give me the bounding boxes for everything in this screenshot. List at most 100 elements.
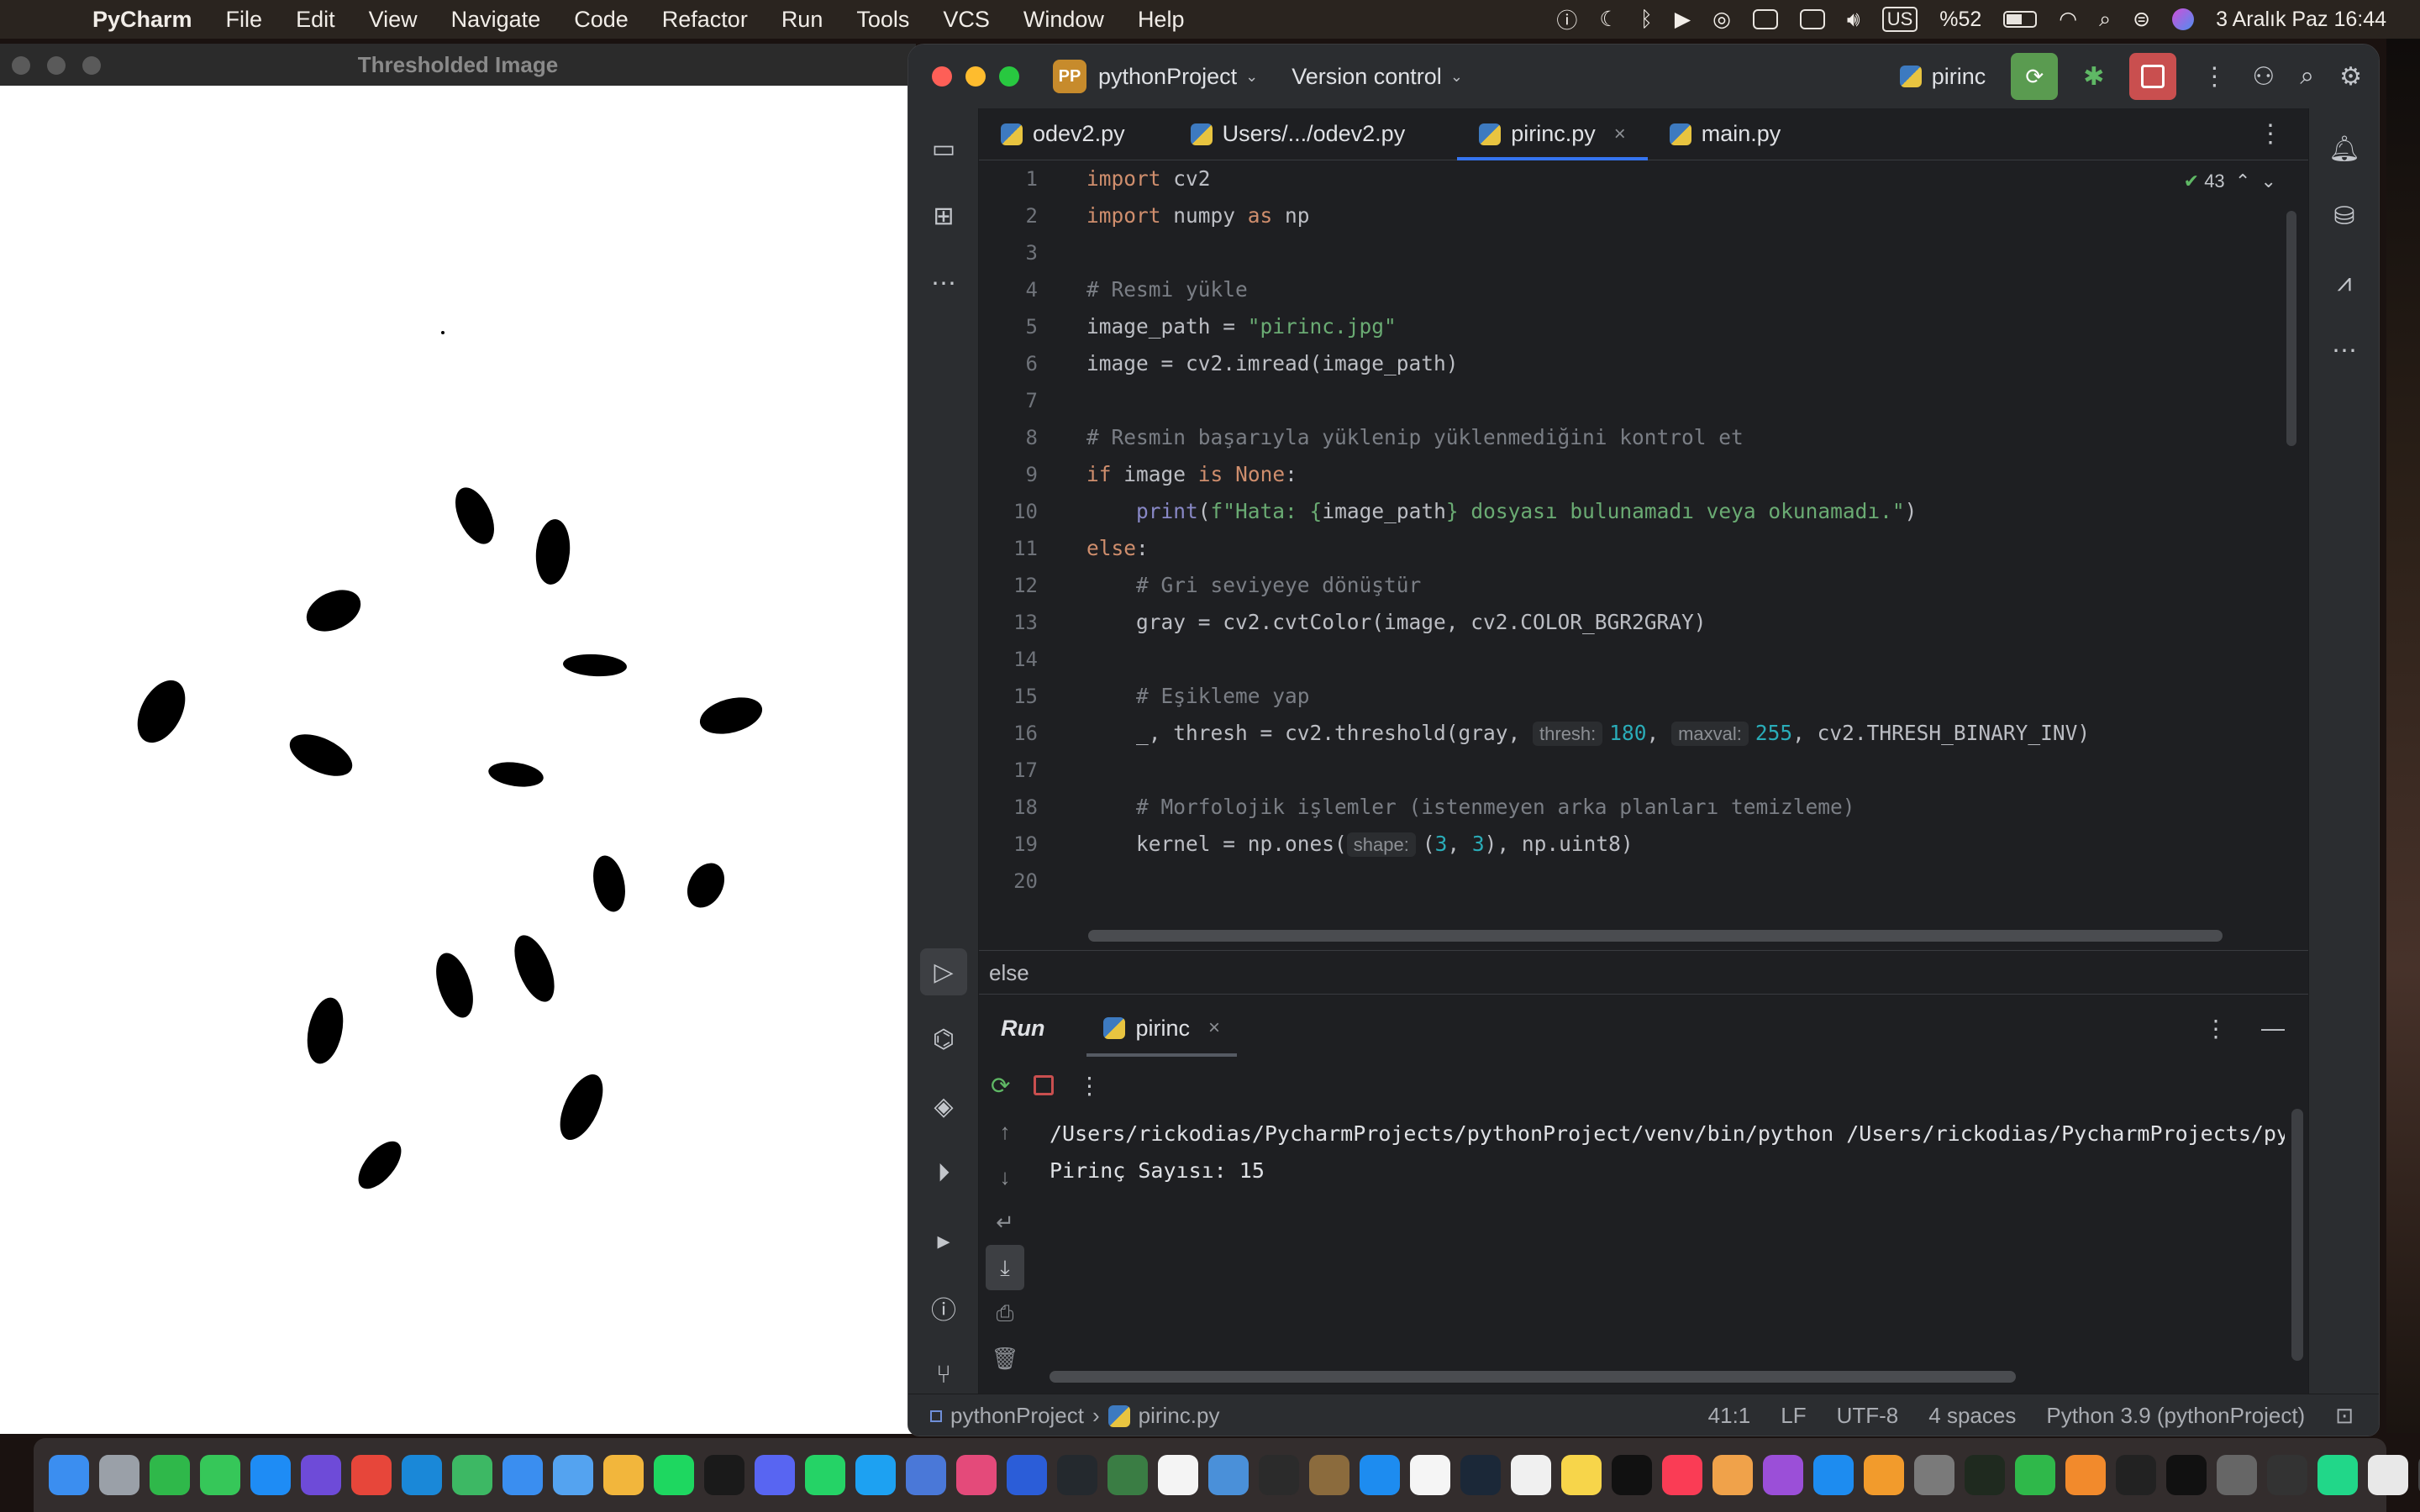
- app-icon[interactable]: [1309, 1455, 1349, 1495]
- calculator-icon[interactable]: [2217, 1455, 2257, 1495]
- window-title-bar[interactable]: Thresholded Image: [0, 44, 916, 86]
- app-icon[interactable]: [1712, 1455, 1753, 1495]
- discord-icon[interactable]: [755, 1455, 795, 1495]
- podcasts-icon[interactable]: [1763, 1455, 1803, 1495]
- facetime-icon[interactable]: [150, 1455, 190, 1495]
- editor-horizontal-scrollbar[interactable]: [1088, 930, 2223, 942]
- lock-icon[interactable]: ⊡: [2335, 1403, 2354, 1429]
- bluetooth-icon[interactable]: ᛒ: [1640, 8, 1653, 32]
- project-folder-icon[interactable]: ▭: [920, 125, 967, 172]
- console-vertical-scrollbar[interactable]: [2291, 1109, 2303, 1361]
- code-line[interactable]: _, thresh = cv2.threshold(gray, thresh: 1…: [1086, 715, 2090, 752]
- code-line[interactable]: # Gri seviyeye dönüştür: [1086, 567, 2090, 604]
- soft-wrap-icon[interactable]: ↵: [986, 1200, 1024, 1245]
- hide-panel-icon[interactable]: —: [2261, 1015, 2285, 1042]
- zoom-button[interactable]: [999, 66, 1019, 87]
- display-icon[interactable]: [1799, 9, 1825, 29]
- code-line[interactable]: print(f"Hata: {image_path} dosyası bulun…: [1086, 493, 2090, 530]
- mail-icon[interactable]: [502, 1455, 543, 1495]
- numbers-icon[interactable]: [2015, 1455, 2055, 1495]
- project-selector[interactable]: pythonProject: [1098, 64, 1237, 90]
- close-button[interactable]: [932, 66, 952, 87]
- code-line[interactable]: if image is None:: [1086, 456, 2090, 493]
- pycharm-icon[interactable]: [2317, 1455, 2358, 1495]
- code-lines[interactable]: import cv2 import numpy as np # Resmi yü…: [1086, 160, 2090, 900]
- tab-users-odev2[interactable]: Users/.../odev2.py: [1169, 108, 1428, 160]
- intellij-icon[interactable]: [956, 1455, 997, 1495]
- menu-navigate[interactable]: Navigate: [451, 7, 541, 33]
- books-icon[interactable]: [2065, 1455, 2106, 1495]
- more-options-icon[interactable]: ⋮: [2204, 1015, 2228, 1042]
- finder-icon[interactable]: [49, 1455, 89, 1495]
- line-separator[interactable]: LF: [1781, 1403, 1806, 1429]
- code-line[interactable]: [1086, 752, 2090, 789]
- notifications-bell-icon[interactable]: 🔔︎: [2321, 125, 2368, 172]
- breadcrumb[interactable]: else: [979, 950, 2310, 994]
- apple-tv-icon[interactable]: [1612, 1455, 1652, 1495]
- status-project[interactable]: pythonProject: [950, 1403, 1084, 1429]
- menu-view[interactable]: View: [369, 7, 418, 33]
- rerun-button[interactable]: ⟳: [2011, 53, 2059, 100]
- debug-icon[interactable]: ✱: [2083, 62, 2104, 92]
- music-icon[interactable]: [1662, 1455, 1702, 1495]
- activity-monitor-icon[interactable]: [1965, 1455, 2005, 1495]
- chevron-down-icon[interactable]: ⌄: [1450, 68, 1463, 86]
- add-user-icon[interactable]: ⚇: [2252, 62, 2275, 92]
- app-store-icon[interactable]: [1360, 1455, 1400, 1495]
- edge-icon[interactable]: [402, 1455, 442, 1495]
- code-editor[interactable]: 1 2 3 4 5 6 7 8 9 10 11 12 13 14 15 16 1…: [979, 160, 2310, 950]
- window-icon[interactable]: [1752, 9, 1778, 29]
- control-center-icon[interactable]: ⊜: [2133, 7, 2150, 32]
- print-icon[interactable]: ⎙: [986, 1290, 1024, 1336]
- minimize-button[interactable]: [47, 56, 66, 75]
- app-icon[interactable]: [1864, 1455, 1904, 1495]
- editor-vertical-scrollbar[interactable]: [2286, 211, 2296, 446]
- code-line[interactable]: image_path = "pirinc.jpg": [1086, 308, 2090, 345]
- run-tool-icon[interactable]: ▷: [920, 948, 967, 995]
- close-tab-icon[interactable]: ×: [1614, 123, 1626, 146]
- play-icon[interactable]: ▶: [1675, 7, 1691, 32]
- preview-icon[interactable]: [2368, 1455, 2408, 1495]
- menu-run[interactable]: Run: [781, 7, 823, 33]
- safari-icon[interactable]: [250, 1455, 291, 1495]
- menu-file[interactable]: File: [226, 7, 263, 33]
- binance-icon[interactable]: [704, 1455, 744, 1495]
- app-icon[interactable]: [2116, 1455, 2156, 1495]
- terminal-app-icon[interactable]: [2166, 1455, 2207, 1495]
- indent-setting[interactable]: 4 spaces: [1928, 1403, 2016, 1429]
- code-line[interactable]: kernel = np.ones(shape: (3, 3), np.uint8): [1086, 826, 2090, 863]
- code-line[interactable]: gray = cv2.cvtColor(image, cv2.COLOR_BGR…: [1086, 604, 2090, 641]
- airdrop-icon[interactable]: ◎: [1712, 7, 1731, 32]
- more-actions-icon[interactable]: ⋮: [2202, 62, 2227, 92]
- version-control-menu[interactable]: Version control: [1292, 64, 1442, 90]
- console-output[interactable]: /Users/rickodias/PycharmProjects/pythonP…: [1050, 1116, 2285, 1189]
- tabs-more-icon[interactable]: ⋮: [2258, 119, 2283, 149]
- twitter-icon[interactable]: [855, 1455, 896, 1495]
- menu-edit[interactable]: Edit: [296, 7, 335, 33]
- more-tools-icon[interactable]: ⋯: [2321, 327, 2368, 374]
- packages-icon[interactable]: ◈: [920, 1083, 967, 1130]
- maps-icon[interactable]: [452, 1455, 492, 1495]
- menu-code[interactable]: Code: [574, 7, 629, 33]
- menu-refactor[interactable]: Refactor: [662, 7, 748, 33]
- stop-icon[interactable]: [1034, 1075, 1055, 1095]
- menu-vcs[interactable]: VCS: [943, 7, 990, 33]
- menu-tools[interactable]: Tools: [856, 7, 909, 33]
- calendar-icon[interactable]: [1410, 1455, 1450, 1495]
- app-icon[interactable]: [906, 1455, 946, 1495]
- battery-percent[interactable]: %52: [1939, 8, 1981, 32]
- stop-button[interactable]: [2129, 53, 2177, 100]
- close-tab-icon[interactable]: ×: [1208, 1016, 1220, 1040]
- minimize-button[interactable]: [965, 66, 986, 87]
- photos-icon[interactable]: [603, 1455, 644, 1495]
- app-icon[interactable]: [1208, 1455, 1249, 1495]
- app-icon[interactable]: [553, 1455, 593, 1495]
- search-icon[interactable]: ⌕: [2300, 62, 2314, 91]
- search-icon[interactable]: ⌕: [2099, 8, 2111, 32]
- inspection-widget[interactable]: ✔ 43 ⌃ ⌄: [2184, 171, 2276, 192]
- git-icon[interactable]: ⑂: [920, 1352, 967, 1399]
- status-file[interactable]: pirinc.py: [1139, 1403, 1220, 1429]
- more-actions-icon[interactable]: ⋮: [1077, 1072, 1101, 1100]
- code-line[interactable]: # Resmi yükle: [1086, 271, 2090, 308]
- code-line[interactable]: image = cv2.imread(image_path): [1086, 345, 2090, 382]
